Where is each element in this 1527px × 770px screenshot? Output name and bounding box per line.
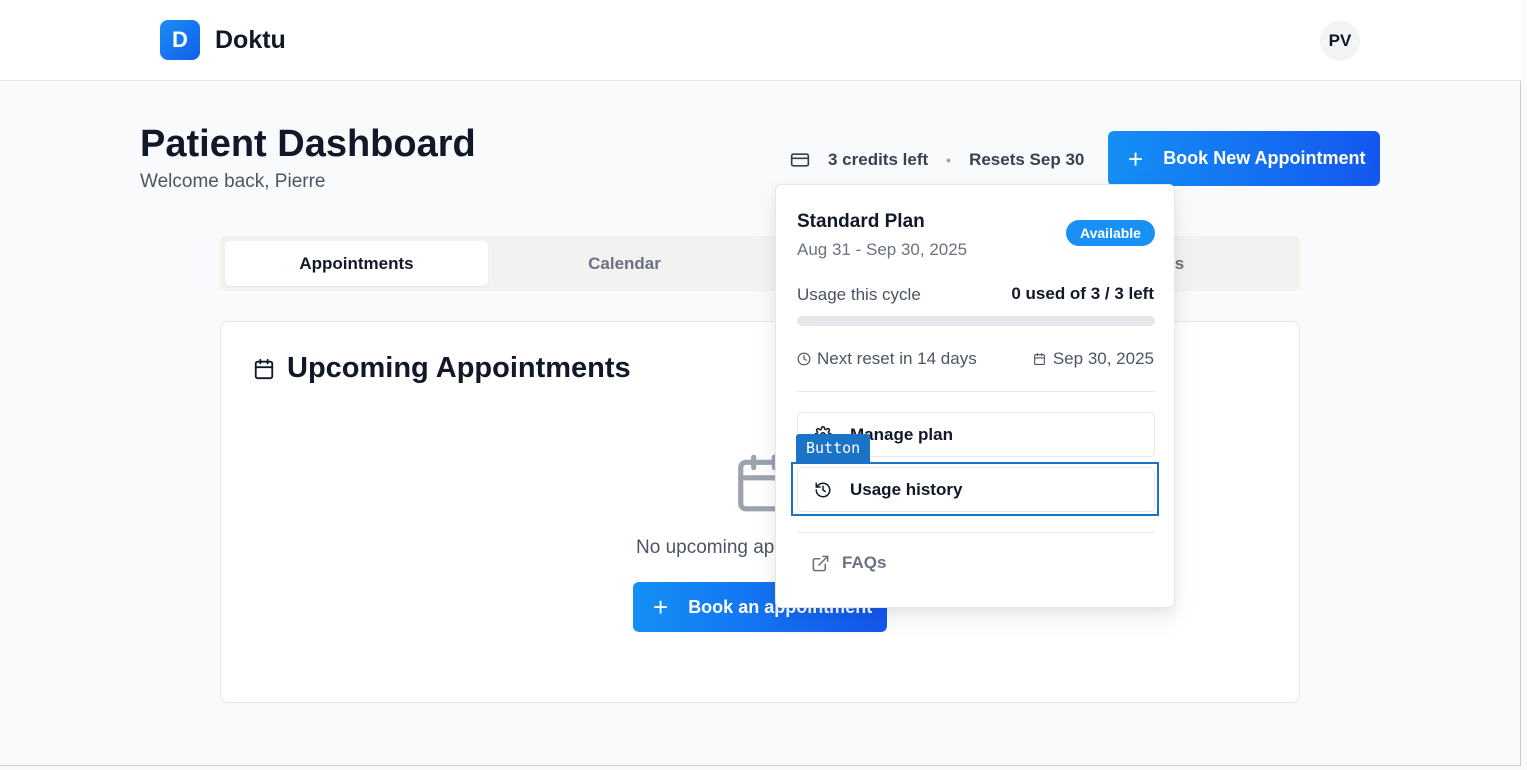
usage-value: 0 used of 3 / 3 left — [1011, 284, 1154, 303]
next-reset-text: Next reset in 14 days — [817, 349, 977, 368]
tab-appointments[interactable]: Appointments — [225, 241, 488, 286]
credit-card-icon — [790, 153, 810, 167]
calendar-icon — [254, 358, 274, 379]
history-icon — [815, 482, 831, 497]
credits-indicator[interactable]: 3 credits left • Resets Sep 30 — [790, 148, 1084, 172]
external-link-icon — [812, 555, 829, 571]
usage-history-label: Usage history — [850, 479, 963, 499]
reset-date-text: Sep 30, 2025 — [1052, 349, 1154, 368]
calendar-icon — [1033, 353, 1045, 365]
divider — [797, 391, 1155, 392]
plus-icon: + — [1128, 143, 1144, 174]
avatar-initials: PV — [1328, 31, 1352, 50]
usage-history-button[interactable]: Usage history — [797, 467, 1155, 512]
page-title: Patient Dashboard — [140, 123, 476, 165]
avatar[interactable]: PV — [1320, 21, 1360, 61]
reset-date: Sep 30, 2025 — [1033, 349, 1154, 369]
clock-icon — [797, 352, 811, 366]
top-header: D Doktu PV — [0, 0, 1521, 81]
divider — [797, 532, 1155, 533]
credits-separator: • — [946, 152, 952, 168]
usage-label: Usage this cycle — [797, 285, 921, 304]
credits-popover: Standard Plan Aug 31 - Sep 30, 2025 Avai… — [775, 184, 1175, 608]
credits-left-label: 3 credits left — [828, 150, 929, 169]
usage-progress-bar — [797, 316, 1155, 326]
next-reset: Next reset in 14 days — [797, 349, 977, 369]
plus-icon: + — [653, 592, 669, 622]
element-type-tooltip: Button — [796, 434, 871, 462]
credits-reset-label: Resets Sep 30 — [969, 150, 1085, 169]
logo-letter: D — [172, 27, 188, 52]
book-new-appointment-label: Book New Appointment — [1163, 148, 1366, 168]
card-title: Upcoming Appointments — [253, 352, 631, 385]
book-new-appointment-button[interactable]: + Book New Appointment — [1108, 131, 1380, 186]
faqs-link[interactable]: FAQs — [811, 553, 886, 573]
empty-state-text: No upcoming ap — [636, 537, 775, 558]
status-badge: Available — [1066, 220, 1155, 246]
card-title-text: Upcoming Appointments — [287, 352, 631, 384]
faqs-label: FAQs — [842, 553, 887, 572]
plan-dates: Aug 31 - Sep 30, 2025 — [797, 240, 968, 259]
plan-name: Standard Plan — [797, 211, 925, 232]
brand-name[interactable]: Doktu — [215, 26, 286, 55]
tab-calendar[interactable]: Calendar — [493, 241, 756, 286]
logo[interactable]: D — [160, 20, 200, 60]
welcome-message: Welcome back, Pierre — [140, 171, 326, 192]
